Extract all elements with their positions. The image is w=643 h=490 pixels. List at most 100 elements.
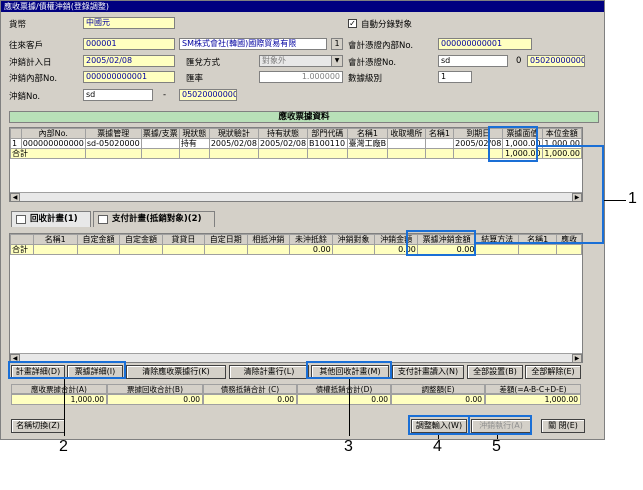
column-header[interactable]: 持有狀態 — [257, 128, 309, 139]
accounting-no-field[interactable]: 000000000001 — [438, 38, 532, 50]
callout-number-1: 1 — [628, 190, 637, 207]
callout-leader-1 — [604, 200, 626, 201]
plan-date-field[interactable]: 2005/02/08 — [83, 55, 175, 67]
tab-collection-plan[interactable]: 回收計畫(1) — [11, 211, 91, 227]
horizontal-scrollbar[interactable]: ◀ ▶ — [10, 192, 582, 201]
summary-header: 債權抵銷合計(D) — [297, 384, 391, 394]
clear-bill-rows-button[interactable]: 清除應收票據行(K) — [126, 365, 226, 379]
offset-dash: - — [163, 90, 167, 100]
summary-value: 0.00 — [107, 394, 203, 405]
callout-line-1a — [538, 145, 604, 147]
table-cell[interactable]: 1,000.00 — [541, 138, 582, 149]
close-button[interactable]: 關 閉(E) — [541, 419, 585, 433]
column-header[interactable]: 名稱1 — [424, 128, 455, 139]
table-cell[interactable]: B100110 — [307, 138, 348, 149]
currency-field[interactable]: 中國元 — [83, 17, 175, 29]
highlight-box-2 — [8, 361, 126, 379]
table-cell[interactable]: 1 — [10, 138, 22, 149]
column-header[interactable]: 沖銷對象 — [331, 234, 376, 245]
window-title: 應收票據/債權沖銷(登錄調整) — [1, 1, 604, 12]
table-cell[interactable]: 臺灣工廠B — [346, 138, 389, 149]
voucher-no-field[interactable]: 050200000001 — [527, 55, 585, 67]
table-cell[interactable]: 2005/02/08 — [257, 138, 309, 149]
callout-line-1b — [476, 242, 604, 244]
rate-label: 匯率 — [186, 74, 204, 84]
table-cell[interactable]: 2005/02/08 — [208, 138, 259, 149]
column-header[interactable] — [10, 234, 34, 245]
voucher-separator: 0 — [516, 56, 522, 66]
summary-header: 票據回收合計(B) — [107, 384, 203, 394]
table-cell[interactable] — [387, 138, 426, 149]
column-header[interactable]: 名稱1 — [32, 234, 78, 245]
callout-line-1c — [602, 145, 604, 244]
callout-number-5: 5 — [492, 438, 501, 455]
receivable-section-title: 應收票據資料 — [9, 111, 599, 123]
column-header[interactable] — [10, 128, 22, 139]
highlight-box-1a — [488, 126, 538, 162]
offset-prefix-field[interactable]: sd — [83, 89, 153, 101]
column-header[interactable]: 部門代碼 — [307, 128, 348, 139]
column-header[interactable]: 自定日期 — [204, 234, 248, 245]
approval-label: 數據級別 — [348, 74, 383, 84]
table-cell[interactable]: sd-05020000 — [84, 138, 142, 149]
total-row: 合計 0.00 0.00 0.00 — [10, 244, 582, 255]
scroll-right-icon[interactable]: ▶ — [572, 354, 582, 362]
name-switch-button[interactable]: 名稱切換(Z) — [11, 419, 65, 433]
offset-no-field[interactable]: 050200000001 — [179, 89, 237, 101]
summary-value: 1,000.00 — [485, 394, 581, 405]
auto-split-checkbox[interactable]: ✓ — [348, 19, 357, 28]
deselect-all-button[interactable]: 全部解除(E) — [525, 365, 581, 379]
document-icon — [16, 215, 26, 224]
tab-payment-plan[interactable]: 支付計畫(抵銷對象)(2) — [93, 211, 215, 227]
total-label: 合計 — [10, 148, 86, 159]
column-header[interactable]: 自定金額 — [119, 234, 163, 245]
summary-value: 1,000.00 — [11, 394, 107, 405]
approval-field[interactable]: 1 — [438, 71, 472, 83]
rate-field[interactable]: 1.000000 — [259, 71, 343, 83]
voucher-prefix-field[interactable]: sd — [438, 55, 508, 67]
total-base-value: 1,000.00 — [541, 148, 582, 159]
select-all-button[interactable]: 全部設置(B) — [467, 365, 523, 379]
callout-leader-3 — [349, 379, 350, 436]
scroll-left-icon[interactable]: ◀ — [10, 193, 20, 201]
table-cell[interactable] — [424, 138, 455, 149]
summary-header: 債務抵銷合計 (C) — [203, 384, 297, 394]
clear-plan-rows-button[interactable]: 清除計畫行(L) — [229, 365, 309, 379]
chevron-down-icon[interactable]: ▼ — [331, 55, 343, 67]
column-header[interactable]: 內部No. — [20, 128, 86, 139]
callout-number-4: 4 — [433, 438, 442, 455]
column-header[interactable]: 收取場所 — [387, 128, 426, 139]
column-header[interactable]: 票據管理 — [84, 128, 142, 139]
client-code-field[interactable]: 000001 — [83, 38, 175, 50]
client-lookup-button[interactable]: 1 — [331, 38, 343, 50]
column-header[interactable]: 現狀態 — [178, 128, 210, 139]
summary-header: 調整額(E) — [391, 384, 485, 394]
tab-label: 支付計畫(抵銷對象)(2) — [112, 214, 202, 224]
summary-header: 差額(=A-B-C+D-E) — [485, 384, 581, 394]
highlight-box-3 — [306, 361, 392, 379]
table-cell[interactable] — [140, 138, 180, 149]
plan-grid[interactable]: 名稱1 自定金額 自定金額 貸貸日 自定日期 相抵沖銷 未沖抵餘 沖銷對象 沖銷… — [9, 233, 583, 363]
column-header[interactable]: 票據/支票 — [140, 128, 180, 139]
column-header[interactable]: 現狀驗計 — [208, 128, 259, 139]
exchange-method-label: 匯兌方式 — [186, 58, 221, 68]
column-header[interactable]: 自定金額 — [76, 234, 121, 245]
column-header[interactable]: 相抵沖銷 — [246, 234, 291, 245]
payment-import-button[interactable]: 支付計畫讀入(N) — [392, 365, 464, 379]
column-header[interactable]: 本位金額 — [541, 128, 582, 139]
column-header[interactable]: 名稱1 — [346, 128, 389, 139]
column-header[interactable]: 貸貸日 — [161, 234, 206, 245]
write-off-no-field[interactable]: 000000000001 — [83, 71, 175, 83]
plan-date-label: 沖銷計入日 — [9, 58, 52, 68]
voucher-no-label: 會計憑證No. — [348, 58, 397, 68]
summary-value: 0.00 — [391, 394, 485, 405]
total-unwritten: 0.00 — [289, 244, 333, 255]
accounting-no-label: 會計憑證內部No. — [348, 41, 414, 51]
auto-split-label: 自動分錄對象 — [361, 20, 413, 30]
summary-value: 0.00 — [203, 394, 297, 405]
column-header[interactable]: 未沖抵餘 — [289, 234, 333, 245]
table-cell[interactable]: 持有 — [178, 138, 210, 149]
summary-header: 應收票據合計(A) — [11, 384, 107, 394]
scroll-right-icon[interactable]: ▶ — [572, 193, 582, 201]
table-cell[interactable]: 000000000000 — [20, 138, 86, 149]
